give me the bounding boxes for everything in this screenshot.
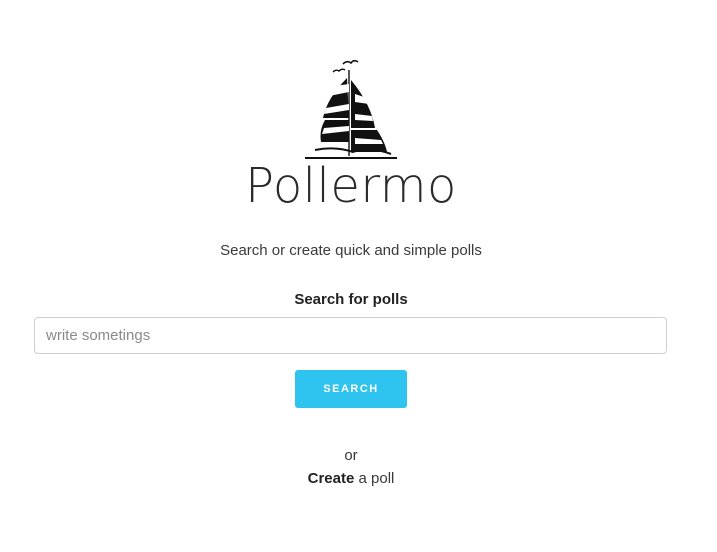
bird-icon — [342, 59, 359, 65]
search-button[interactable]: SEARCH — [295, 370, 407, 408]
create-poll-line: Create a poll — [0, 470, 702, 487]
sailboat-icon — [305, 59, 397, 159]
bird-icon — [332, 68, 346, 73]
search-input[interactable] — [34, 317, 667, 354]
or-separator: or — [344, 447, 358, 464]
home-page: Pollermo Search or create quick and simp… — [0, 0, 717, 552]
brand-title: Pollermo — [245, 158, 457, 214]
create-poll-suffix: a poll — [354, 470, 395, 487]
search-label: Search for polls — [294, 291, 408, 308]
tagline: Search or create quick and simple polls — [220, 242, 482, 259]
create-poll-link[interactable]: Create — [308, 470, 355, 487]
